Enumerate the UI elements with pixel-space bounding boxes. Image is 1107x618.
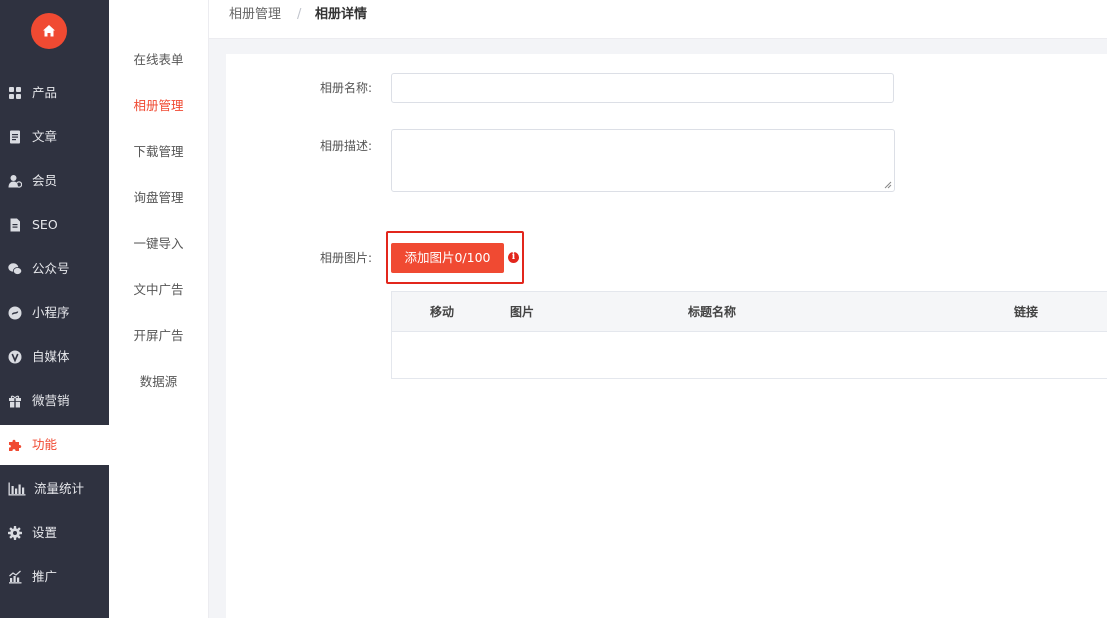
sidebar-item-products[interactable]: 产品 — [0, 73, 109, 113]
album-description-textarea[interactable] — [391, 129, 895, 192]
resize-grip-icon[interactable] — [884, 181, 892, 189]
sidebar-item-miniprogram[interactable]: 小程序 — [0, 293, 109, 333]
breadcrumb-parent-link[interactable]: 相册管理 — [229, 6, 281, 24]
sidebar-item-seo[interactable]: SEO — [0, 205, 109, 245]
column-header-link: 链接 — [1014, 305, 1039, 319]
v-icon — [8, 350, 22, 364]
sidebar-item-settings[interactable]: 设置 — [0, 513, 109, 553]
sidebar-item-label: 微营销 — [32, 393, 70, 408]
breadcrumb-current: 相册详情 — [315, 7, 368, 22]
sidebar-item-traffic-stats[interactable]: 流量统计 — [0, 469, 109, 509]
submenu-item-one-click-import[interactable]: 一键导入 — [109, 234, 208, 254]
member-icon — [8, 175, 22, 188]
sidebar-item-self-media[interactable]: 自媒体 — [0, 337, 109, 377]
add-image-button[interactable]: 添加图片0/100 — [391, 243, 504, 273]
home-logo-button[interactable] — [31, 13, 67, 49]
grid-icon — [9, 87, 21, 99]
breadcrumb-separator: / — [297, 7, 302, 22]
sidebar-item-label: 产品 — [32, 85, 58, 100]
document-icon — [10, 130, 20, 144]
sidebar-item-label: 设置 — [32, 525, 58, 540]
column-header-image: 图片 — [510, 305, 535, 319]
sidebar-item-label: 小程序 — [32, 305, 70, 320]
album-name-input[interactable] — [391, 73, 894, 103]
submenu-item-album-management[interactable]: 相册管理 — [109, 96, 208, 116]
album-description-label: 相册描述: — [319, 139, 372, 153]
image-table: 移动 图片 标题名称 链接 — [391, 291, 1107, 379]
album-name-label: 相册名称: — [319, 81, 372, 95]
sidebar-item-label: 流量统计 — [34, 481, 85, 496]
sidebar-item-articles[interactable]: 文章 — [0, 117, 109, 157]
sidebar-item-label: 文章 — [32, 129, 58, 144]
sidebar-item-micro-marketing[interactable]: 微营销 — [0, 381, 109, 421]
submenu-item-in-article-ads[interactable]: 文中广告 — [109, 280, 208, 300]
home-icon — [43, 25, 55, 37]
column-header-title: 标题名称 — [688, 305, 737, 319]
gear-icon — [8, 526, 22, 540]
sidebar-item-features[interactable]: 功能 — [0, 425, 109, 465]
sidebar-item-promotion[interactable]: 推广 — [0, 557, 109, 597]
puzzle-icon — [9, 439, 22, 451]
bar-chart-icon — [8, 482, 26, 496]
breadcrumb: 相册管理 / 相册详情 — [209, 0, 1107, 39]
sidebar-item-label: 会员 — [32, 173, 58, 188]
gift-icon — [9, 395, 21, 408]
sidebar-item-label: 自媒体 — [32, 349, 70, 364]
sidebar-item-label: 公众号 — [32, 261, 70, 276]
album-images-label: 相册图片: — [319, 251, 372, 265]
sidebar-item-label: 推广 — [32, 569, 58, 584]
main-sidebar: 产品 文章 会员 SEO 公众号 小程序 自媒体 微营销 功能 流量统计 设置 … — [0, 0, 109, 618]
sidebar-item-members[interactable]: 会员 — [0, 161, 109, 201]
seo-file-icon — [10, 218, 20, 232]
submenu-item-data-source[interactable]: 数据源 — [109, 372, 208, 392]
submenu-item-download-management[interactable]: 下载管理 — [109, 142, 208, 162]
submenu-item-inquiry-management[interactable]: 询盘管理 — [109, 188, 208, 208]
sidebar-item-label: SEO — [32, 217, 58, 232]
sidebar-item-label: 功能 — [32, 437, 58, 452]
sidebar-item-wechat-official[interactable]: 公众号 — [0, 249, 109, 289]
miniprogram-icon — [8, 306, 22, 320]
submenu-item-splash-ads[interactable]: 开屏广告 — [109, 326, 208, 346]
column-header-move: 移动 — [430, 305, 455, 319]
submenu-item-online-form[interactable]: 在线表单 — [109, 50, 208, 70]
sub-menu: 在线表单 相册管理 下载管理 询盘管理 一键导入 文中广告 开屏广告 数据源 — [109, 0, 209, 618]
wechat-icon — [8, 263, 22, 275]
promote-chart-icon — [9, 570, 22, 584]
table-header: 移动 图片 标题名称 链接 — [392, 292, 1107, 332]
info-icon[interactable]: i — [508, 252, 519, 263]
